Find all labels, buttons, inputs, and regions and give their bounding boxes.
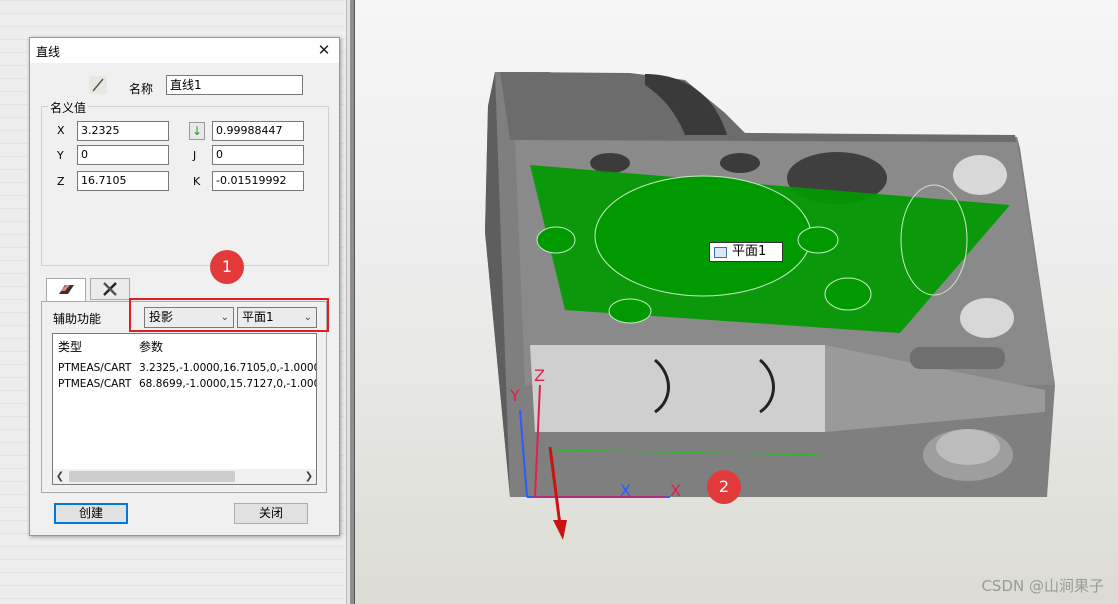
hole (590, 153, 630, 173)
z-axis-label: Z (534, 366, 545, 385)
highlight-box (129, 298, 329, 332)
scroll-left-icon[interactable]: ❮ (53, 469, 67, 484)
k-label: K (193, 175, 201, 188)
z-input[interactable]: 16.7105 (77, 171, 169, 191)
dialog-titlebar[interactable]: 直线 ✕ (30, 38, 339, 63)
plane-icon (714, 247, 727, 258)
hole (953, 155, 1007, 195)
nominal-group-label: 名义值 (48, 99, 89, 116)
part-model (485, 72, 1055, 540)
table-cell-params[interactable]: 68.8699,-1.0000,15.7127,0,-1.0000 (139, 378, 316, 390)
part-pocket (530, 345, 825, 432)
scroll-right-icon[interactable]: ❯ (302, 469, 316, 484)
tools-icon (103, 282, 117, 296)
name-label: 名称 (129, 82, 154, 96)
close-button[interactable]: 关闭 (234, 503, 308, 524)
plane-circle (824, 277, 872, 311)
hole (936, 429, 1000, 465)
table-cell-params[interactable]: 3.2325,-1.0000,16.7105,0,-1.00000 (139, 362, 316, 374)
name-input[interactable]: 直线1 (166, 75, 303, 95)
plane-circle (536, 226, 576, 254)
horizontal-scrollbar[interactable]: ❮ ❯ (53, 469, 316, 484)
hole (720, 153, 760, 173)
create-button[interactable]: 创建 (54, 503, 128, 524)
flip-vector-icon[interactable]: ↓ (189, 122, 205, 140)
hit-list[interactable]: 类型 参数 PTMEAS/CART 3.2325,-1.0000,16.7105… (52, 333, 317, 485)
aux-function-label: 辅助功能 (53, 312, 102, 326)
probe-arrow-head (553, 520, 567, 540)
y-input[interactable]: 0 (77, 145, 169, 165)
column-header-type[interactable]: 类型 (58, 338, 82, 355)
close-icon[interactable]: ✕ (313, 39, 335, 61)
z-label: Z (57, 175, 65, 188)
plane-label[interactable]: 平面1 (709, 242, 783, 262)
y-axis-label: Y (510, 386, 520, 405)
j-label: J (193, 149, 197, 162)
table-cell-type[interactable]: PTMEAS/CART (58, 362, 131, 374)
watermark: CSDN @山涧果子 (981, 577, 1104, 595)
x-label: X (57, 124, 65, 137)
annotation-badge-2: 2 (707, 470, 741, 504)
scrollbar-thumb[interactable] (69, 471, 235, 482)
plane-circle (594, 175, 812, 297)
i-input[interactable]: 0.99988447 (212, 121, 304, 141)
part-top-back (500, 72, 1017, 150)
hole (960, 298, 1014, 338)
column-header-params[interactable]: 参数 (139, 338, 163, 355)
plane-circle (608, 298, 652, 324)
tab-basic[interactable] (46, 278, 86, 302)
x-axis-label: X (620, 481, 631, 500)
tab-advanced[interactable] (90, 278, 130, 300)
table-cell-type[interactable]: PTMEAS/CART (58, 378, 131, 390)
x-input[interactable]: 3.2325 (77, 121, 169, 141)
j-input[interactable]: 0 (212, 145, 304, 165)
3d-viewport[interactable] (355, 0, 1118, 604)
y-label: Y (57, 149, 64, 162)
k-input[interactable]: -0.01519992 (212, 171, 304, 191)
dialog-title: 直线 (36, 45, 61, 59)
eraser-icon (59, 285, 74, 294)
x-axis-label-red: X (670, 481, 681, 500)
annotation-badge-1: 1 (210, 250, 244, 284)
plane-circle (797, 226, 839, 254)
slot (910, 347, 1005, 369)
line-dialog: 直线 ✕ 名称 直线1 名义值 X 3.2325 Y 0 Z 16.7105 ↓… (29, 37, 340, 536)
line-icon (89, 76, 107, 94)
plane-label-text: 平面1 (732, 244, 767, 259)
